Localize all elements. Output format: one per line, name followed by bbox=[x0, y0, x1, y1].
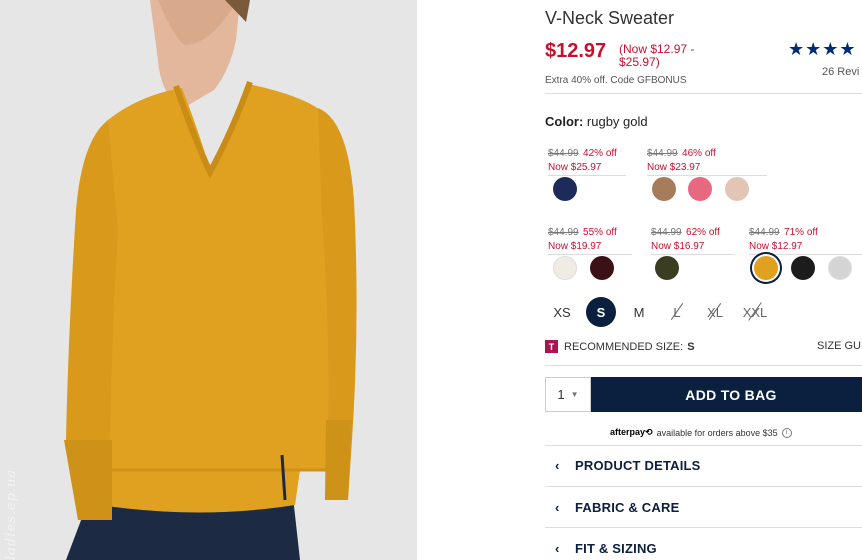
accordion-label: PRODUCT DETAILS bbox=[575, 457, 701, 473]
recommended-size-value: S bbox=[687, 340, 695, 353]
color-swatch-olive[interactable] bbox=[655, 256, 679, 280]
current-price: $12.97 bbox=[545, 40, 607, 62]
accordion-label: FIT & SIZING bbox=[575, 540, 657, 556]
afterpay-logo: afterpay⟲ bbox=[610, 427, 653, 437]
afterpay-text: available for orders above $35 bbox=[656, 427, 778, 438]
quantity-select[interactable]: 1 ▼ bbox=[545, 377, 591, 412]
color-swatch-light-grey[interactable] bbox=[828, 256, 852, 280]
original-price: $44.99 bbox=[651, 227, 682, 238]
divider bbox=[647, 175, 767, 176]
discount-percent: 62% off bbox=[686, 227, 720, 238]
price-group: $44.99 42% off Now $25.97 bbox=[548, 143, 626, 176]
fabric-care-accordion[interactable]: ‹ FABRIC & CARE bbox=[545, 488, 862, 526]
info-icon[interactable]: i bbox=[781, 427, 792, 438]
fit-sizing-accordion[interactable]: ‹ FIT & SIZING bbox=[545, 529, 862, 560]
product-details-accordion[interactable]: ‹ PRODUCT DETAILS bbox=[545, 446, 862, 484]
color-swatch-blush[interactable] bbox=[725, 177, 749, 201]
original-price: $44.99 bbox=[647, 148, 678, 159]
size-xs-button[interactable]: XS bbox=[547, 297, 577, 327]
discount-percent: 42% off bbox=[583, 148, 617, 159]
sale-price: Now $16.97 bbox=[651, 241, 705, 252]
product-image[interactable]: ladies.ep.ua bbox=[0, 0, 417, 560]
color-swatch-rugby-gold[interactable] bbox=[754, 256, 778, 280]
price-group: $44.99 55% off Now $19.97 bbox=[548, 222, 632, 255]
sale-price: Now $25.97 bbox=[548, 162, 602, 173]
divider bbox=[545, 527, 862, 528]
divider bbox=[548, 175, 626, 176]
discount-percent: 71% off bbox=[784, 227, 818, 238]
sale-price: Now $19.97 bbox=[548, 241, 602, 252]
recommended-size-label: RECOMMENDED SIZE: bbox=[564, 340, 684, 353]
price-range: (Now $12.97 - $25.97) bbox=[619, 42, 695, 69]
watermark-text: ladies.ep.ua bbox=[4, 468, 19, 560]
color-swatch-cream[interactable] bbox=[553, 256, 577, 280]
color-value: rugby gold bbox=[586, 114, 648, 129]
color-selection-label: Color: rugby gold bbox=[545, 114, 648, 129]
product-info-panel: V-Neck Sweater $12.97 (Now $12.97 - $25.… bbox=[545, 0, 862, 560]
size-m-button[interactable]: M bbox=[624, 297, 654, 327]
size-guide-link[interactable]: SIZE GU bbox=[817, 340, 861, 352]
review-count-link[interactable]: 26 Revi bbox=[822, 66, 859, 78]
sale-price: Now $23.97 bbox=[647, 162, 701, 173]
price-group: $44.99 71% off Now $12.97 bbox=[749, 222, 862, 255]
original-price: $44.99 bbox=[749, 227, 780, 238]
chevron-left-icon: ‹ bbox=[555, 457, 560, 473]
size-l-button[interactable]: L bbox=[662, 297, 692, 327]
color-swatch-pink[interactable] bbox=[688, 177, 712, 201]
accordion-label: FABRIC & CARE bbox=[575, 499, 680, 515]
size-s-button[interactable]: S bbox=[586, 297, 616, 327]
add-to-bag-button[interactable]: ADD TO BAG bbox=[591, 377, 862, 412]
color-swatch-burgundy[interactable] bbox=[590, 256, 614, 280]
color-swatch-brown[interactable] bbox=[652, 177, 676, 201]
divider bbox=[545, 93, 862, 94]
promo-text: Extra 40% off. Code GFBONUS bbox=[545, 75, 687, 86]
rating-stars-icon[interactable]: ★★★★ bbox=[788, 39, 857, 60]
chevron-left-icon: ‹ bbox=[555, 540, 560, 556]
size-xxl-button[interactable]: XXL bbox=[739, 297, 771, 327]
divider bbox=[749, 254, 862, 255]
divider bbox=[548, 254, 632, 255]
color-swatch-black[interactable] bbox=[791, 256, 815, 280]
true-fit-icon: T bbox=[545, 340, 558, 353]
price-group: $44.99 62% off Now $16.97 bbox=[651, 222, 735, 255]
color-label: Color: bbox=[545, 114, 584, 129]
original-price: $44.99 bbox=[548, 148, 579, 159]
divider bbox=[545, 486, 862, 487]
recommended-size: T RECOMMENDED SIZE: S bbox=[545, 340, 695, 353]
chevron-left-icon: ‹ bbox=[555, 499, 560, 515]
color-swatch-navy[interactable] bbox=[553, 177, 577, 201]
divider bbox=[651, 254, 735, 255]
discount-percent: 55% off bbox=[583, 227, 617, 238]
discount-percent: 46% off bbox=[682, 148, 716, 159]
product-title: V-Neck Sweater bbox=[545, 8, 675, 28]
quantity-value: 1 bbox=[557, 387, 565, 402]
sale-price: Now $12.97 bbox=[749, 241, 803, 252]
model-illustration bbox=[0, 0, 417, 560]
divider bbox=[545, 365, 862, 366]
size-xl-button[interactable]: XL bbox=[700, 297, 730, 327]
chevron-down-icon: ▼ bbox=[570, 390, 579, 399]
price-group: $44.99 46% off Now $23.97 bbox=[647, 143, 767, 176]
afterpay-notice: afterpay⟲ available for orders above $35… bbox=[610, 427, 792, 438]
original-price: $44.99 bbox=[548, 227, 579, 238]
